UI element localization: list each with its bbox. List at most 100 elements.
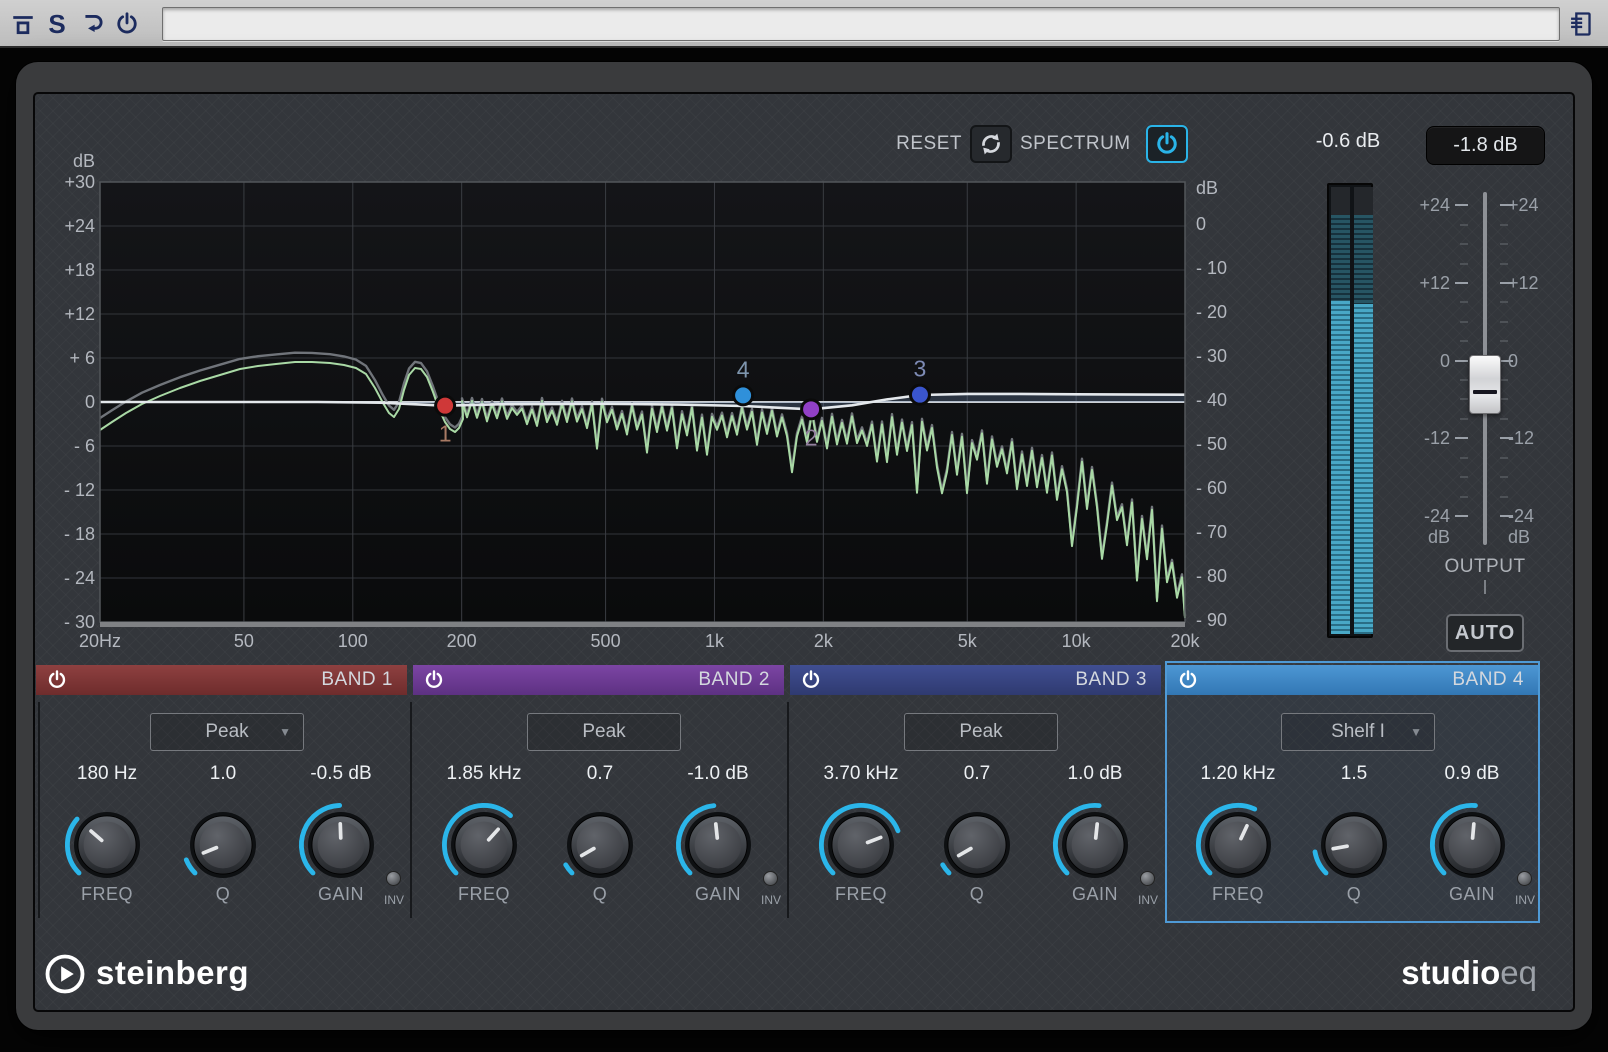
power-icon[interactable] <box>110 6 144 42</box>
power-icon <box>1179 670 1197 688</box>
band-title: BAND 2 <box>698 669 770 690</box>
band-type-value: Peak <box>582 721 626 742</box>
meter-channel-right <box>1354 187 1373 634</box>
meter-level-bar <box>1354 304 1373 634</box>
svg-text:3: 3 <box>914 356 927 382</box>
chevron-down-icon: ▼ <box>1410 725 1422 739</box>
preset-browser-icon[interactable] <box>1564 6 1598 42</box>
q-knob[interactable] <box>933 801 1021 889</box>
output-fader-handle[interactable] <box>1469 355 1501 414</box>
band-type-dropdown[interactable]: Peak ▼ <box>904 713 1058 751</box>
reset-label: RESET <box>896 133 962 154</box>
power-icon <box>425 670 443 688</box>
bypass-icon[interactable] <box>6 6 40 42</box>
svg-text:4: 4 <box>737 356 750 382</box>
reset-button[interactable] <box>970 125 1012 163</box>
q-knob-label: Q <box>1346 884 1362 904</box>
gain-knob-label: GAIN <box>1071 884 1118 904</box>
gain-knob-label: GAIN <box>694 884 741 904</box>
band-type-value: Shelf I <box>1331 721 1385 742</box>
band-section-1: BAND 1 Peak ▼ INV 180 Hz FREQ 1.0 Q -0.5 dB G… <box>36 663 407 921</box>
band-header[interactable]: BAND 4 <box>1167 665 1538 695</box>
freq-value: 1.85 kHz <box>446 763 522 784</box>
freq-knob[interactable] <box>63 801 151 889</box>
gain-value: -1.0 dB <box>687 763 749 784</box>
output-gain-readout[interactable]: -1.8 dB <box>1426 126 1545 165</box>
steinberg-s-icon[interactable]: S <box>40 6 74 42</box>
band-type-dropdown[interactable]: Peak ▼ <box>527 713 681 751</box>
band-section-3: BAND 3 Peak ▼ INV 3.70 kHzFREQ0.7Q1.0 dB… <box>790 663 1161 921</box>
q-value: 1.0 <box>209 763 237 784</box>
q-knob[interactable] <box>179 801 267 889</box>
q-value: 0.7 <box>586 763 614 784</box>
band-power-button[interactable] <box>46 669 68 691</box>
power-icon <box>48 670 66 688</box>
gain-value: 1.0 dB <box>1067 763 1123 784</box>
refresh-icon <box>982 133 1000 155</box>
freq-knob[interactable] <box>817 801 905 889</box>
gain-value: 0.9 dB <box>1444 763 1500 784</box>
band-power-button[interactable] <box>423 669 445 691</box>
q-knob-label: Q <box>592 884 608 904</box>
product-logo: studioeq <box>1401 954 1537 992</box>
gain-value: -0.5 dB <box>310 763 372 784</box>
band-separator <box>38 702 40 918</box>
level-meter <box>1327 183 1373 638</box>
freq-knob[interactable] <box>1194 801 1282 889</box>
band-section-2: BAND 2 Peak ▼ INV 1.85 kHzFREQ0.7Q-1.0 d… <box>413 663 784 921</box>
product-logo-bold: studio <box>1401 954 1501 991</box>
gain-knob[interactable] <box>297 801 385 889</box>
band-type-dropdown[interactable]: Peak ▼ <box>150 713 304 751</box>
band-section-4: BAND 4 Shelf I ▼ INV 1.20 kHz FREQ 1.5 Q 0.9… <box>1165 661 1540 923</box>
output-tick <box>1484 580 1486 594</box>
freq-knob-label: FREQ <box>1211 884 1264 904</box>
meter-peak-history <box>1354 215 1373 304</box>
band-separator <box>787 702 789 918</box>
gain-knob-label: GAIN <box>1448 884 1495 904</box>
product-logo-light: eq <box>1500 954 1537 991</box>
band-title: BAND 1 <box>321 669 393 690</box>
band-header[interactable]: BAND 3 <box>790 665 1161 695</box>
q-knob[interactable] <box>1310 801 1398 889</box>
eq-graph[interactable]: 1 2 4 3 <box>96 176 1194 632</box>
power-icon <box>1157 132 1177 154</box>
band-power-button[interactable] <box>800 669 822 691</box>
svg-text:2: 2 <box>805 424 818 450</box>
eq-band-handle-2[interactable] <box>800 398 823 421</box>
preset-name-field[interactable] <box>162 7 1560 41</box>
gain-knob[interactable] <box>1428 801 1516 889</box>
meter-level-bar <box>1331 301 1350 634</box>
eq-band-handle-3[interactable] <box>908 383 931 406</box>
band-power-button[interactable] <box>1177 669 1199 691</box>
spectrum-toggle-button[interactable] <box>1146 125 1188 163</box>
svg-text:1: 1 <box>439 421 452 447</box>
gain-knob-label: GAIN <box>317 884 364 904</box>
auto-button[interactable]: AUTO <box>1446 614 1524 652</box>
eq-band-handle-4[interactable] <box>732 384 755 407</box>
freq-knob-label: FREQ <box>457 884 510 904</box>
freq-knob-label: FREQ <box>834 884 887 904</box>
steinberg-logo-icon <box>44 953 86 995</box>
freq-knob-label: FREQ <box>80 884 133 904</box>
power-icon <box>802 670 820 688</box>
band-header[interactable]: BAND 1 <box>36 665 407 695</box>
meter-channel-left <box>1331 187 1350 634</box>
freq-knob[interactable] <box>440 801 528 889</box>
q-value: 1.5 <box>1340 763 1368 784</box>
q-knob-label: Q <box>215 884 231 904</box>
band-header[interactable]: BAND 2 <box>413 665 784 695</box>
gain-knob[interactable] <box>674 801 762 889</box>
freq-value: 1.20 kHz <box>1200 763 1276 784</box>
band-title: BAND 4 <box>1452 669 1524 690</box>
band-separator <box>410 702 412 918</box>
eq-band-handle-1[interactable] <box>434 394 457 417</box>
band-type-dropdown[interactable]: Shelf I ▼ <box>1281 713 1435 751</box>
q-value: 0.7 <box>963 763 991 784</box>
screen: S 1243 dB +30 +24 +18 +12 + 60- 6- 12- 18- 24… <box>0 0 1608 1052</box>
gain-knob[interactable] <box>1051 801 1139 889</box>
sidechain-icon[interactable] <box>76 6 110 42</box>
band-type-value: Peak <box>205 721 249 742</box>
q-knob[interactable] <box>556 801 644 889</box>
plugin-titlebar: S <box>0 0 1608 48</box>
freq-value: 3.70 kHz <box>823 763 899 784</box>
